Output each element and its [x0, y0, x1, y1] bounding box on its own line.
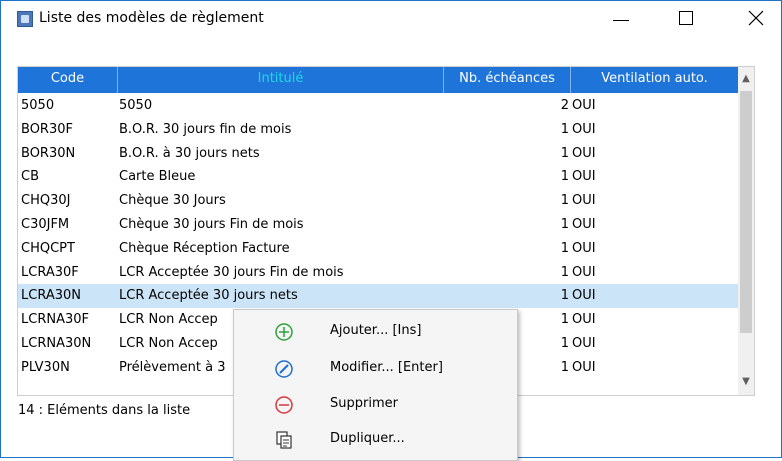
menu-item-delete[interactable]: Supprimer [234, 387, 517, 423]
menu-item-label: Supprimer [330, 396, 398, 411]
delete-icon [275, 396, 293, 414]
cell-intitule: LCR Acceptée 30 jours Fin de mois [119, 264, 344, 280]
table-row[interactable]: BOR30F B.O.R. 30 jours fin de mois 1 OUI [18, 118, 738, 142]
cell-code: CHQCPT [21, 240, 75, 256]
cell-code: LCRA30F [21, 264, 79, 280]
menu-item-label: Modifier... [Enter] [330, 360, 443, 375]
cell-intitule: 5050 [119, 98, 153, 113]
menu-item-add[interactable]: Ajouter... [Ins] [234, 314, 517, 350]
scroll-up-icon[interactable]: ▲ [738, 70, 754, 88]
duplicate-icon [276, 431, 292, 449]
close-icon [748, 10, 764, 26]
cell-code: BOR30N [21, 145, 76, 161]
window: Liste des modèles de règlement Code Inti… [0, 0, 782, 461]
cell-nb-echeances: 1 [560, 145, 569, 161]
minimize-button[interactable] [598, 1, 644, 35]
table-row[interactable]: CHQ30J Chèque 30 Jours 1 OUI [18, 189, 738, 213]
menu-item-label: Dupliquer... [330, 431, 405, 446]
cell-ventilation: OUI [572, 216, 596, 232]
menu-item-label: Ajouter... [Ins] [330, 323, 422, 338]
status-text: 14 : Eléments dans la liste [18, 403, 191, 418]
title-bar[interactable]: Liste des modèles de règlement [1, 1, 781, 43]
cell-ventilation: OUI [572, 359, 596, 375]
cell-intitule: LCR Acceptée 30 jours nets [119, 288, 298, 304]
context-menu: Ajouter... [Ins] Modifier... [Enter] Sup… [233, 309, 518, 461]
vertical-scrollbar[interactable]: ▲ ▼ [738, 67, 754, 395]
cell-code: LCRNA30N [21, 335, 92, 351]
cell-intitule: Chèque 30 Jours [119, 193, 226, 209]
cell-ventilation: OUI [572, 145, 596, 161]
cell-nb-echeances: 1 [560, 240, 569, 256]
cell-code: C30JFM [21, 216, 70, 232]
scroll-thumb[interactable] [740, 91, 752, 333]
column-header-nb-echeances[interactable]: Nb. échéances [444, 67, 571, 93]
cell-nb-echeances: 1 [560, 193, 569, 209]
table-row[interactable]: LCRA30F LCR Acceptée 30 jours Fin de mois… [18, 261, 738, 285]
column-header-ventilation[interactable]: Ventilation auto. [571, 67, 738, 93]
table-row[interactable]: C30JFM Chèque 30 jours Fin de mois 1 OUI [18, 213, 738, 237]
table-row[interactable]: BOR30N B.O.R. à 30 jours nets 1 OUI [18, 142, 738, 166]
cell-nb-echeances: 1 [560, 288, 569, 304]
cell-ventilation: OUI [572, 98, 596, 113]
cell-ventilation: OUI [572, 335, 596, 351]
column-header-code[interactable]: Code [18, 67, 118, 93]
cell-code: BOR30F [21, 121, 73, 137]
table-row[interactable]: CHQCPT Chèque Réception Facture 1 OUI [18, 237, 738, 261]
menu-item-duplicate[interactable]: Dupliquer... [234, 422, 517, 458]
cell-intitule: B.O.R. 30 jours fin de mois [119, 121, 292, 137]
cell-nb-echeances: 2 [560, 98, 569, 113]
table-header: Code Intitulé Nb. échéances Ventilation … [18, 67, 738, 93]
cell-intitule: B.O.R. à 30 jours nets [119, 145, 260, 161]
cell-nb-echeances: 1 [560, 264, 569, 280]
cell-intitule: Chèque 30 jours Fin de mois [119, 216, 304, 232]
scroll-down-icon[interactable]: ▼ [738, 373, 754, 391]
cell-ventilation: OUI [572, 121, 596, 137]
cell-ventilation: OUI [572, 288, 596, 304]
cell-code: CHQ30J [21, 193, 71, 209]
maximize-button[interactable] [664, 1, 710, 35]
add-icon [275, 323, 293, 341]
close-button[interactable] [733, 1, 779, 35]
cell-ventilation: OUI [572, 312, 596, 328]
cell-ventilation: OUI [572, 169, 596, 185]
cell-ventilation: OUI [572, 264, 596, 280]
cell-intitule: Chèque Réception Facture [119, 240, 290, 256]
app-icon [17, 11, 33, 27]
edit-icon [275, 360, 293, 378]
table-row[interactable]: CB Carte Bleue 1 OUI [18, 165, 738, 189]
cell-code: LCRNA30F [21, 312, 89, 328]
cell-nb-echeances: 1 [560, 216, 569, 232]
menu-item-edit[interactable]: Modifier... [Enter] [234, 351, 517, 387]
cell-nb-echeances: 1 [560, 121, 569, 137]
column-header-intitule[interactable]: Intitulé [118, 67, 444, 93]
window-title: Liste des modèles de règlement [39, 10, 264, 26]
table-row[interactable]: 5050 5050 2 OUI [18, 94, 738, 118]
cell-ventilation: OUI [572, 240, 596, 256]
cell-intitule: Carte Bleue [119, 169, 196, 185]
cell-code: PLV30N [21, 359, 70, 375]
cell-ventilation: OUI [572, 193, 596, 209]
table-row[interactable]: LCRA30N LCR Acceptée 30 jours nets 1 OUI [18, 284, 738, 309]
cell-nb-echeances: 1 [560, 169, 569, 185]
cell-code: CB [21, 169, 39, 185]
cell-code: 5050 [21, 98, 55, 113]
cell-code: LCRA30N [21, 288, 81, 304]
